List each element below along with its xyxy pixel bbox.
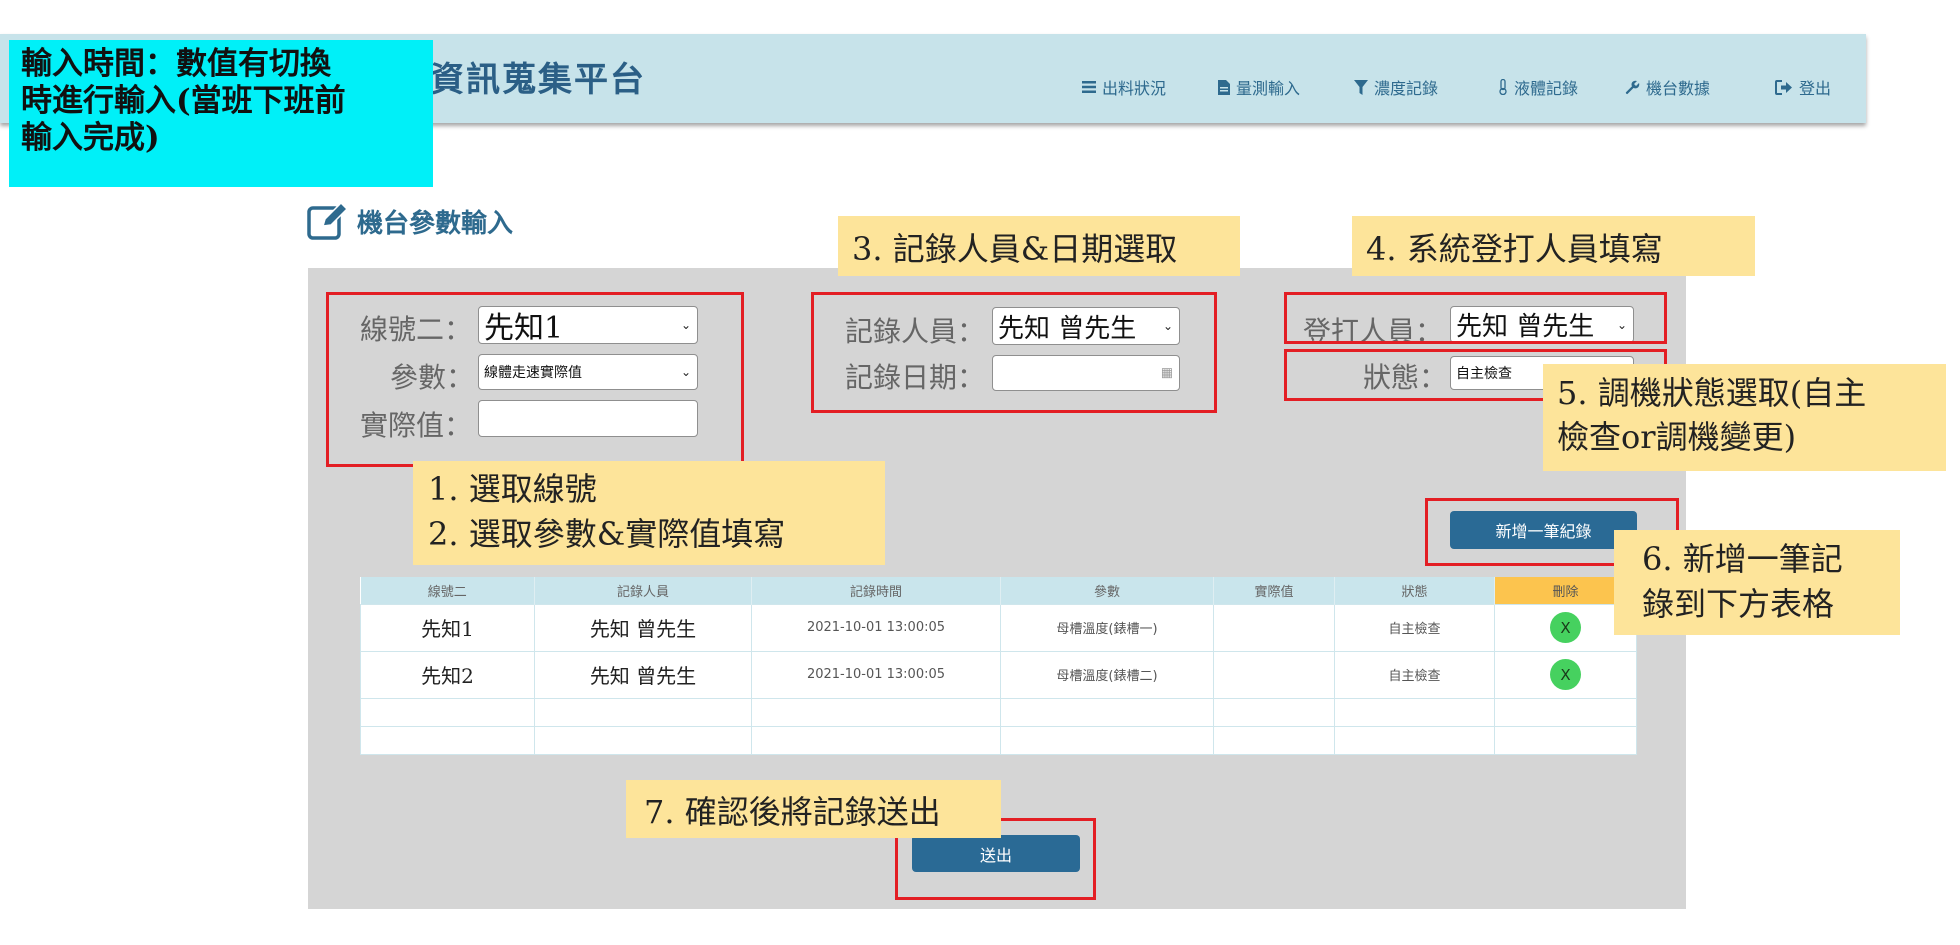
cell-status: 自主檢查 (1334, 650, 1495, 699)
column-header-param: 參數 (1000, 577, 1214, 604)
edit-icon (307, 202, 349, 240)
cell-line: 先知1 (360, 603, 535, 652)
nav-label: 濃度記錄 (1374, 79, 1439, 98)
step5-note: 5. 調機狀態選取(自主 檢查or調機變更) (1543, 364, 1946, 471)
step7-note: 7. 確認後將記錄送出 (626, 780, 1001, 838)
delete-row-button[interactable]: X (1550, 659, 1581, 690)
cell-line: 先知2 (360, 650, 535, 699)
note-line: 2. 選取參數&實際值填寫 (428, 515, 786, 553)
column-header-time: 記錄時間 (751, 577, 1001, 604)
filter-icon (1354, 79, 1368, 95)
cell-param: 母槽溫度(錶槽二) (1000, 650, 1214, 699)
step3-note: 3. 記錄人員&日期選取 (838, 216, 1240, 276)
highlight-box-operator (1284, 292, 1667, 344)
nav-item-machine-data[interactable]: 機台數據 (1625, 75, 1710, 99)
note-line: 5. 調機狀態選取(自主 (1557, 374, 1867, 412)
column-header-recorder: 記錄人員 (534, 577, 752, 604)
step6-note: 6. 新增一筆記 錄到下方表格 (1614, 530, 1900, 635)
delete-row-button[interactable]: X (1550, 612, 1581, 643)
table-header-row: 線號二 記錄人員 記錄時間 參數 實際值 狀態 刪除 (360, 577, 1637, 604)
nav-item-measurement-input[interactable]: 量測輸入 (1218, 75, 1300, 99)
step1-2-note: 1. 選取線號 2. 選取參數&實際值填寫 (413, 461, 885, 565)
table-row: 先知1 先知 曾先生 2021-10-01 13:00:05 母槽溫度(錶槽一)… (360, 603, 1637, 652)
note-line: 輸入完成) (21, 120, 160, 156)
nav-label: 機台數據 (1646, 79, 1711, 98)
records-table: 線號二 記錄人員 記錄時間 參數 實際值 狀態 刪除 先知1 先知 曾先生 20… (360, 577, 1637, 755)
nav-item-liquid-record[interactable]: 液體記錄 (1498, 75, 1578, 99)
site-title: 資訊蒐集平台 (430, 60, 646, 100)
cell-actual (1213, 603, 1335, 652)
cell-time: 2021-10-01 13:00:05 (751, 603, 1001, 652)
note-line: 1. 選取線號 (428, 470, 597, 508)
wrench-icon (1625, 80, 1640, 94)
thermometer-icon (1499, 79, 1507, 95)
nav-item-output-status[interactable]: 出料狀況 (1082, 75, 1166, 99)
nav-label: 出料狀況 (1102, 79, 1167, 98)
highlight-box-line-params (326, 292, 744, 467)
page-title: 機台參數輸入 (357, 208, 514, 239)
column-header-status: 狀態 (1334, 577, 1495, 604)
note-line: 錄到下方表格 (1642, 585, 1835, 623)
file-icon (1218, 79, 1230, 95)
sign-out-icon (1775, 79, 1792, 95)
nav-item-concentration-record[interactable]: 濃度記錄 (1354, 75, 1438, 99)
table-row-empty (360, 697, 1637, 727)
cell-time: 2021-10-01 13:00:05 (751, 650, 1001, 699)
cell-delete: X (1494, 650, 1637, 699)
cell-actual (1213, 650, 1335, 699)
column-header-line: 線號二 (360, 577, 535, 604)
input-timing-note: 輸入時間：數值有切換 時進行輸入(當班下班前 輸入完成) (9, 40, 433, 187)
nav-item-logout[interactable]: 登出 (1775, 75, 1831, 99)
column-header-actual: 實際值 (1213, 577, 1335, 604)
step4-note: 4. 系統登打人員填寫 (1352, 216, 1755, 276)
table-row-empty (360, 725, 1637, 755)
highlight-box-recorder-date (811, 292, 1217, 413)
cell-recorder: 先知 曾先生 (534, 603, 752, 652)
list-icon (1082, 81, 1096, 93)
note-line: 輸入時間：數值有切換 (21, 46, 331, 82)
nav-label: 登出 (1799, 79, 1832, 98)
page-title-row: 機台參數輸入 (307, 202, 513, 240)
note-line: 檢查or調機變更) (1557, 418, 1797, 456)
cell-param: 母槽溫度(錶槽一) (1000, 603, 1214, 652)
table-row: 先知2 先知 曾先生 2021-10-01 13:00:05 母槽溫度(錶槽二)… (360, 650, 1637, 699)
cell-status: 自主檢查 (1334, 603, 1495, 652)
note-line: 6. 新增一筆記 (1642, 540, 1843, 578)
cell-recorder: 先知 曾先生 (534, 650, 752, 699)
nav-label: 量測輸入 (1236, 79, 1301, 98)
nav-label: 液體記錄 (1514, 79, 1579, 98)
note-line: 時進行輸入(當班下班前 (21, 83, 346, 119)
